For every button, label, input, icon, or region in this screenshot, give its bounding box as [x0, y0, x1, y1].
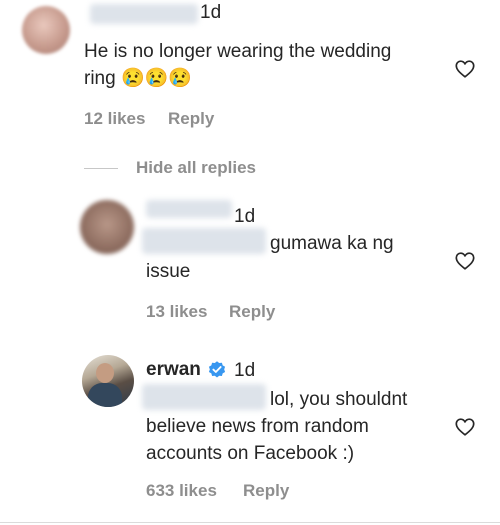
likes-count[interactable]: 13 likes: [146, 302, 207, 322]
reply-text-line1: gumawa ka ng: [270, 233, 394, 254]
reply-text-line1: lol, you shouldnt: [270, 389, 408, 410]
blurred-mention: [142, 384, 266, 410]
reply-text-line2: issue: [146, 261, 191, 282]
bottom-edge-line: [0, 522, 500, 523]
reply-text-line3: accounts on Facebook :): [146, 443, 355, 464]
reply-button[interactable]: Reply: [243, 481, 289, 501]
like-heart-icon[interactable]: [454, 416, 476, 438]
comment-time: 1d: [200, 2, 222, 23]
replies-divider: [84, 168, 118, 169]
username[interactable]: erwan: [146, 359, 201, 381]
likes-count[interactable]: 633 likes: [146, 481, 217, 501]
reply-button[interactable]: Reply: [168, 109, 214, 129]
crying-emojis: 😢😢😢: [120, 68, 192, 89]
reply-button[interactable]: Reply: [229, 302, 275, 322]
hide-replies-button[interactable]: Hide all replies: [136, 158, 256, 178]
replier-avatar[interactable]: [80, 200, 134, 254]
reply-time: 1d: [234, 360, 256, 381]
like-heart-icon[interactable]: [454, 58, 476, 80]
likes-count[interactable]: 12 likes: [84, 109, 145, 129]
erwan-avatar[interactable]: [82, 355, 134, 407]
blurred-mention: [142, 228, 266, 254]
like-heart-icon[interactable]: [454, 250, 476, 272]
commenter-avatar[interactable]: [22, 6, 70, 54]
verified-badge-icon: [208, 361, 226, 378]
comment-text: He is no longer wearing the wedding ring…: [84, 41, 392, 89]
blurred-username: [90, 4, 198, 24]
blurred-username: [146, 200, 232, 218]
reply-time: 1d: [234, 206, 256, 227]
reply-text-line2: believe news from random: [146, 416, 369, 437]
